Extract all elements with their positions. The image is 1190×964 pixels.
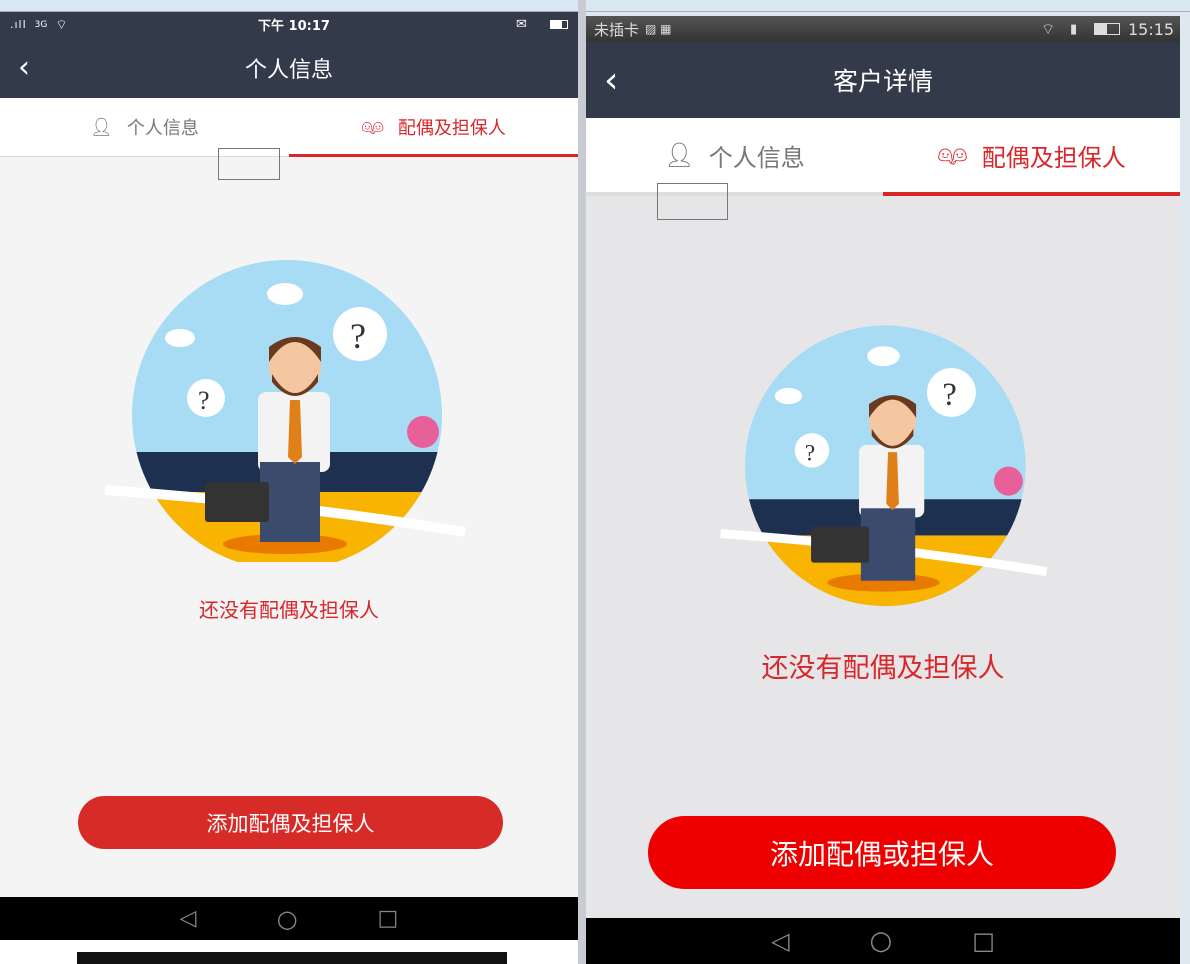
sim-icon: ▮: [1070, 21, 1078, 37]
carrier-text: 未插卡: [594, 20, 640, 39]
wifi-icon: ⌔: [1041, 19, 1056, 38]
android-nav-bar: ◁ ○ □: [586, 918, 1180, 964]
page-title: 个人信息: [244, 57, 333, 83]
status-bar: .ıll 3G ⌔ 下午 10:17 ✉: [0, 12, 578, 37]
window-menu-bar: [0, 0, 1190, 12]
back-button[interactable]: ‹: [18, 50, 30, 85]
svg-text:?: ?: [350, 316, 366, 356]
tab-label: 配偶及担保人: [981, 143, 1126, 172]
taskbar: [77, 952, 507, 964]
android-nav-bar: ◁ ○ □: [0, 897, 578, 940]
person-icon: 👤︎: [90, 116, 113, 138]
tab-spouse-guarantor[interactable]: 👫︎ 配偶及担保人: [883, 118, 1180, 196]
back-button[interactable]: ‹: [604, 60, 618, 101]
nav-home-icon[interactable]: ○: [870, 926, 893, 956]
app-header: ‹ 个人信息: [0, 37, 578, 98]
mail-icon: ✉: [516, 17, 527, 32]
nav-home-icon[interactable]: ○: [277, 905, 298, 933]
tab-spouse-guarantor[interactable]: 👫︎ 配偶及担保人: [289, 98, 578, 157]
app-header: ‹ 客户详情: [586, 42, 1180, 118]
nav-recents-icon[interactable]: □: [972, 927, 995, 955]
signal-icon: .ıll: [10, 18, 27, 31]
svg-text:?: ?: [942, 377, 956, 413]
selection-box: [657, 183, 728, 220]
svg-text:?: ?: [805, 440, 815, 466]
empty-state-text: 还没有配偶及担保人: [199, 598, 379, 622]
nav-back-icon[interactable]: ◁: [180, 906, 197, 931]
battery-icon: [550, 20, 568, 29]
status-time: 下午 10:17: [258, 19, 330, 34]
empty-state-illustration: ? ?: [104, 260, 466, 562]
add-spouse-or-guarantor-button[interactable]: 添加配偶或担保人: [648, 816, 1116, 889]
wifi-icon: ⌔: [55, 17, 68, 33]
network-icon: 3G: [34, 19, 48, 30]
couple-icon: 👫︎: [937, 141, 968, 169]
empty-state-text: 还没有配偶及担保人: [761, 653, 1005, 684]
battery-icon: [1094, 23, 1120, 35]
svg-text:?: ?: [198, 386, 210, 415]
couple-icon: 👫︎: [361, 116, 384, 138]
status-bar: 未插卡 ▨ ▦ ⌔ ▮ 15:15: [586, 16, 1180, 42]
window-divider: [578, 0, 586, 964]
tab-bar: 👤︎ 个人信息 👫︎ 配偶及担保人: [0, 98, 578, 157]
person-icon: 👤︎: [664, 141, 695, 169]
left-phone-screen: .ıll 3G ⌔ 下午 10:17 ✉ ‹ 个人信息 👤︎ 个人信息 👫︎ 配…: [0, 12, 578, 940]
nav-back-icon[interactable]: ◁: [771, 927, 789, 955]
tab-personal-info[interactable]: 👤︎ 个人信息: [586, 118, 883, 192]
right-phone-screen: 未插卡 ▨ ▦ ⌔ ▮ 15:15 ‹ 客户详情 👤︎ 个人信息 👫︎ 配偶及担…: [586, 16, 1180, 964]
page-title: 客户详情: [832, 67, 933, 96]
add-spouse-guarantor-button[interactable]: 添加配偶及担保人: [78, 796, 503, 849]
empty-state-illustration: ? ?: [720, 325, 1048, 607]
status-time: 15:15: [1128, 19, 1175, 39]
tab-label: 个人信息: [708, 143, 805, 172]
image-icon: ▨ ▦: [645, 22, 672, 36]
nav-recents-icon[interactable]: □: [378, 906, 399, 931]
tab-label: 配偶及担保人: [397, 118, 506, 139]
tab-label: 个人信息: [126, 118, 199, 139]
selection-box: [218, 148, 280, 180]
desktop-taskbar-strip: [0, 940, 578, 964]
